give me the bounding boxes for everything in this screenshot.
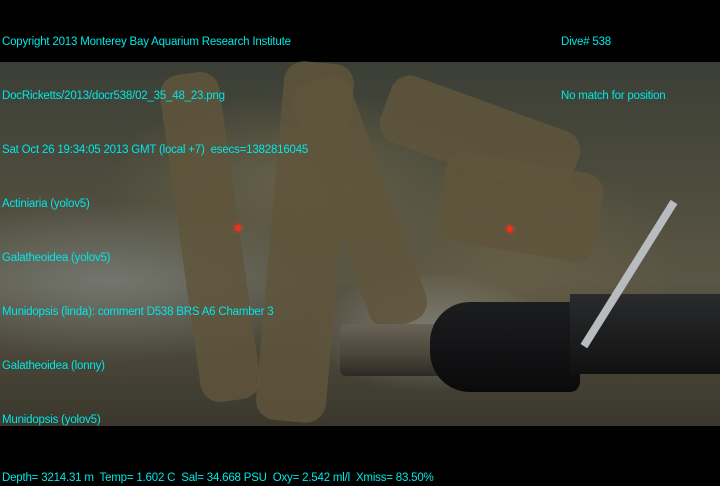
annotation-lines: Copyright 2013 Monterey Bay Aquarium Res…	[2, 0, 308, 465]
annotation-label: Munidopsis (linda): comment D538 BRS A6 …	[2, 306, 274, 318]
annotation-label: Galatheoidea (lonny)	[2, 360, 105, 372]
dive-number: Dive# 538	[561, 36, 611, 48]
video-frame: Copyright 2013 Monterey Bay Aquarium Res…	[0, 0, 720, 486]
annotation-label: Galatheoidea (yolov5)	[2, 252, 111, 264]
copyright-line: Copyright 2013 Monterey Bay Aquarium Res…	[2, 36, 291, 48]
annotation-label: Actiniaria (yolov5)	[2, 198, 90, 210]
instrument-canister	[430, 302, 580, 392]
sensor-readout: Depth= 3214.31 m Temp= 1.602 C Sal= 34.6…	[2, 472, 434, 484]
annotation-label: Munidopsis (yolov5)	[2, 414, 101, 426]
laser-dot	[507, 226, 513, 232]
file-path-line: DocRicketts/2013/docr538/02_35_48_23.png	[2, 90, 225, 102]
timestamp-line: Sat Oct 26 19:34:05 2013 GMT (local +7) …	[2, 144, 309, 156]
rope-strand	[433, 148, 607, 266]
position-status: No match for position	[561, 90, 666, 102]
